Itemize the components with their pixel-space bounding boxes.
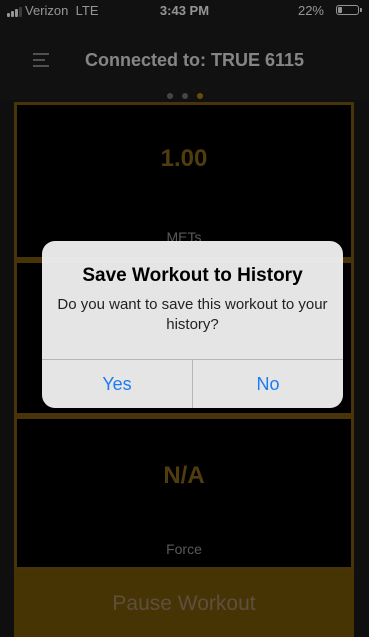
dialog-message: Do you want to save this workout to your… xyxy=(57,296,328,333)
save-workout-dialog: Save Workout to History Do you want to s… xyxy=(42,241,343,408)
yes-button[interactable]: Yes xyxy=(42,360,192,408)
dialog-title: Save Workout to History xyxy=(82,265,303,286)
no-button[interactable]: No xyxy=(193,360,343,408)
